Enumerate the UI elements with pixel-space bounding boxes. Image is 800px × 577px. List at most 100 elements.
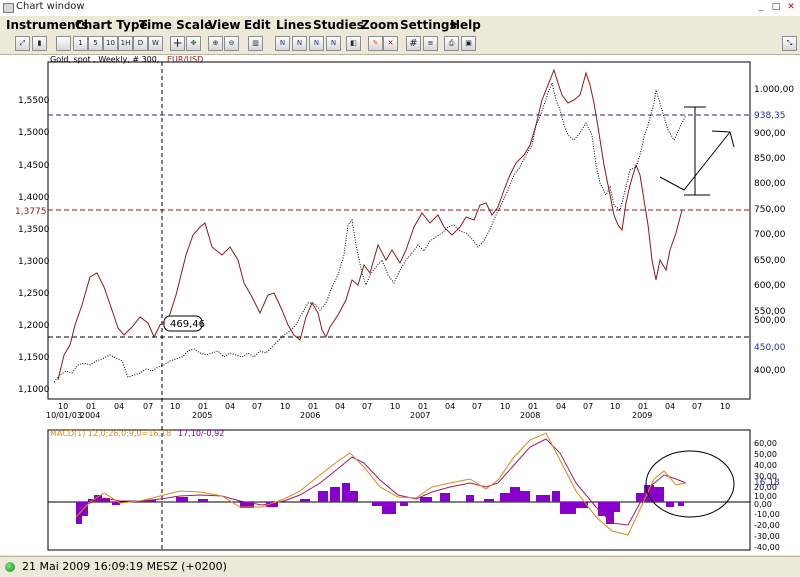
line-tool-1-icon[interactable]: N	[275, 36, 290, 51]
line-tool-3-icon[interactable]: N	[309, 36, 324, 51]
timeframe-10-button[interactable]: 10	[103, 36, 118, 51]
chart-area[interactable]: Gold, spot , Weekly, # 300, EUR/USD 469,…	[0, 55, 800, 555]
right-axis-marker-top: 938,35	[754, 111, 786, 121]
svg-text:0,00: 0,00	[754, 500, 772, 509]
svg-text:-30,00: -30,00	[754, 532, 780, 541]
menu-zoom[interactable]: Zoom	[361, 18, 399, 32]
cursor-value-label: 469,46	[170, 319, 205, 330]
left-axis-tick: 1,5500	[18, 96, 50, 106]
x-axis-years: 2004 2005 2006 2007 2008 2009	[80, 411, 652, 420]
left-axis-tick: 1,2500	[18, 289, 50, 299]
menu-edit[interactable]: Edit	[244, 18, 271, 32]
line-tool-2-icon[interactable]: N	[292, 36, 307, 51]
svg-text:07: 07	[362, 402, 372, 411]
chart-instrument-label: Gold, spot , Weekly, # 300,	[50, 55, 159, 64]
timeframe-w-button[interactable]: W	[148, 36, 163, 51]
svg-text:2008: 2008	[520, 411, 540, 420]
svg-text:10: 10	[390, 402, 400, 411]
properties-icon[interactable]: ◧	[346, 36, 361, 51]
macd-current-value: 16,18	[754, 478, 780, 488]
right-axis-tick: 850,00	[754, 154, 786, 164]
svg-text:10: 10	[500, 402, 510, 411]
svg-text:07: 07	[143, 402, 153, 411]
menu-view[interactable]: View	[208, 18, 240, 32]
grid-icon[interactable]: #	[406, 36, 421, 51]
window-icon	[3, 3, 14, 13]
save-icon[interactable]: ▣	[461, 36, 476, 51]
lines-icon[interactable]: ≡	[423, 36, 438, 51]
svg-text:2004: 2004	[80, 411, 100, 420]
right-axis-tick: 750,00	[754, 205, 786, 215]
window-title: Chart window	[16, 1, 85, 12]
timeframe-d-button[interactable]: D	[133, 36, 148, 51]
expand-icon[interactable]: ⤢	[15, 36, 30, 51]
left-axis-tick: 1,2000	[18, 321, 50, 331]
collapse-icon[interactable]: ⤡	[782, 36, 797, 51]
right-axis-tick: 400,00	[754, 366, 786, 376]
right-axis-tick: 600,00	[754, 281, 786, 291]
svg-text:04: 04	[335, 402, 345, 411]
macd-label: MACD(1) 12,0;26,0;9,0=16,18	[50, 429, 171, 438]
svg-text:10: 10	[170, 402, 180, 411]
svg-text:10: 10	[58, 402, 68, 411]
connection-status-icon	[5, 562, 15, 572]
macd-label-tail: 17,10/-0,92	[178, 429, 224, 438]
right-axis-tick: 650,00	[754, 256, 786, 266]
main-plot-frame	[47, 61, 751, 400]
maximize-button[interactable]: □	[770, 2, 782, 13]
menu-settings[interactable]: Settings	[400, 18, 457, 32]
macd-axis-ticks: 60,00 50,00 40,00 30,00 20,00 10,00 0,00…	[754, 439, 780, 552]
status-datetime: 21 Mai 2009 16:09:19 MESZ (+0200)	[22, 560, 227, 573]
timeframe-1h-button[interactable]: 1H	[118, 36, 133, 51]
blank-icon[interactable]	[56, 36, 71, 51]
svg-text:01: 01	[528, 402, 538, 411]
right-axis-tick: 1.000,00	[754, 85, 794, 95]
left-axis-tick: 1,4500	[18, 161, 50, 171]
svg-text:04: 04	[225, 402, 235, 411]
delete-icon[interactable]: ✕	[383, 36, 398, 51]
print-icon[interactable]: ⎙	[444, 36, 459, 51]
svg-text:2009: 2009	[632, 411, 652, 420]
svg-text:01: 01	[86, 402, 96, 411]
line-tool-4-icon[interactable]: N	[326, 36, 341, 51]
menu-lines[interactable]: Lines	[276, 18, 312, 32]
minimize-button[interactable]: _	[755, 2, 767, 13]
right-axis-tick: 800,00	[754, 179, 786, 189]
svg-text:-40,00: -40,00	[754, 543, 780, 552]
zoom-in-icon[interactable]: ⊕	[208, 36, 223, 51]
svg-text:-10,00: -10,00	[754, 510, 780, 519]
pan-icon[interactable]: ✥	[186, 36, 201, 51]
svg-text:01: 01	[198, 402, 208, 411]
right-axis-tick: 500,00	[754, 316, 786, 326]
right-axis-tick: 900,00	[754, 129, 786, 139]
svg-text:07: 07	[252, 402, 262, 411]
chart-pair-label: EUR/USD	[167, 55, 203, 64]
svg-text:07: 07	[472, 402, 482, 411]
candlestick-icon[interactable]: ▮	[32, 36, 47, 51]
left-axis-tick: 1,1500	[18, 353, 50, 363]
menu-chart-type[interactable]: Chart Type	[75, 18, 148, 32]
x-axis-start-date: 10/01/03	[46, 411, 82, 420]
menu-studies[interactable]: Studies	[313, 18, 364, 32]
crosshair-icon[interactable]: +	[170, 36, 185, 51]
zoom-out-icon[interactable]: ⊖	[224, 36, 239, 51]
svg-text:50,00: 50,00	[754, 450, 777, 459]
svg-text:07: 07	[583, 402, 593, 411]
menu-time-scale[interactable]: Time Scale	[139, 18, 212, 32]
chart-style-icon[interactable]: ▥	[248, 36, 263, 51]
svg-text:2005: 2005	[192, 411, 212, 420]
close-button[interactable]: ✕	[785, 2, 797, 13]
svg-text:2007: 2007	[410, 411, 430, 420]
svg-text:04: 04	[665, 402, 675, 411]
menu-help[interactable]: Help	[450, 18, 481, 32]
left-axis-tick: 1,5000	[18, 128, 50, 138]
pencil-icon[interactable]: ✎	[368, 36, 383, 51]
timeframe-5-button[interactable]: 5	[88, 36, 103, 51]
left-axis-tick: 1,3500	[18, 225, 50, 235]
status-bar: 21 Mai 2009 16:09:19 MESZ (+0200)	[0, 556, 800, 577]
timeframe-1-button[interactable]: 1	[73, 36, 88, 51]
menu-bar: Instruments Chart Type Time Scale View E…	[0, 16, 800, 34]
svg-text:01: 01	[308, 402, 318, 411]
left-axis-tick: 1,1000	[18, 385, 50, 395]
svg-text:04: 04	[445, 402, 455, 411]
